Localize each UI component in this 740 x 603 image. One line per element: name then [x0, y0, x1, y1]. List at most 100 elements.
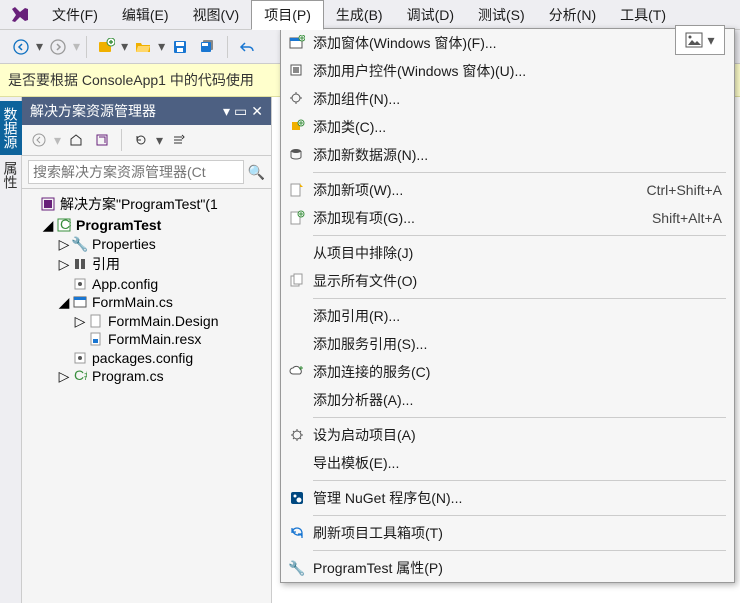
existing-item-icon	[289, 210, 305, 226]
menu-show-all-files[interactable]: 显示所有文件(O)	[281, 267, 734, 295]
sln-home-button[interactable]	[65, 129, 87, 151]
menu-view[interactable]: 视图(V)	[181, 1, 252, 29]
nav-back-button[interactable]	[8, 34, 34, 60]
menu-add-class[interactable]: 添加类(C)...	[281, 113, 734, 141]
tree-formmain[interactable]: ◢FormMain.cs	[58, 293, 269, 311]
menu-label: 添加新项(W)...	[313, 180, 647, 200]
menu-label: 导出模板(E)...	[313, 453, 722, 473]
chevron-down-icon[interactable]: ▾	[121, 38, 128, 55]
sln-sync-button[interactable]	[91, 129, 113, 151]
collapse-icon[interactable]: ◢	[58, 296, 70, 308]
menu-export-template[interactable]: 导出模板(E)...	[281, 449, 734, 477]
menu-label: ProgramTest 属性(P)	[313, 558, 722, 578]
menu-add-usercontrol[interactable]: 添加用户控件(Windows 窗体)(U)...	[281, 57, 734, 85]
sln-collapse-button[interactable]	[167, 129, 189, 151]
menu-build[interactable]: 生成(B)	[324, 1, 395, 29]
dropdown-icon[interactable]: ▾	[223, 103, 230, 120]
menu-add-winform[interactable]: 添加窗体(Windows 窗体)(F)...	[281, 29, 734, 57]
pin-icon[interactable]: ▭	[234, 103, 247, 120]
menu-label: 添加引用(R)...	[313, 306, 722, 326]
tree-program[interactable]: ▷C#Program.cs	[58, 367, 269, 385]
menu-add-service-ref[interactable]: 添加服务引用(S)...	[281, 330, 734, 358]
tree-formmain-designer[interactable]: ▷FormMain.Design	[74, 312, 269, 330]
tree-project[interactable]: ◢ C# ProgramTest	[42, 216, 269, 234]
menu-project[interactable]: 项目(P)	[251, 0, 324, 30]
chevron-down-icon[interactable]: ▾	[36, 38, 43, 55]
chevron-down-icon[interactable]: ▾	[156, 132, 163, 149]
left-side-tabs: 数据源 属性	[0, 97, 22, 603]
csharp-project-icon: C#	[56, 217, 72, 233]
show-all-icon	[289, 273, 305, 289]
menu-add-analyzer[interactable]: 添加分析器(A)...	[281, 386, 734, 414]
menu-add-existing-item[interactable]: 添加现有项(G)...Shift+Alt+A	[281, 204, 734, 232]
menu-debug[interactable]: 调试(D)	[395, 1, 466, 29]
menu-file[interactable]: 文件(F)	[40, 1, 110, 29]
undo-button[interactable]	[234, 34, 260, 60]
menu-set-startup[interactable]: 设为启动项目(A)	[281, 421, 734, 449]
tree-label: packages.config	[92, 350, 193, 366]
save-button[interactable]	[167, 34, 193, 60]
expand-icon[interactable]: ▷	[58, 370, 70, 382]
sln-refresh-button[interactable]	[130, 129, 152, 151]
menu-tools[interactable]: 工具(T)	[608, 1, 678, 29]
form-icon	[289, 35, 305, 51]
expand-icon[interactable]: ▷	[58, 238, 70, 250]
new-project-button[interactable]	[93, 34, 119, 60]
cloud-plus-icon	[289, 364, 305, 380]
menu-label: 添加服务引用(S)...	[313, 334, 722, 354]
collapse-icon[interactable]: ◢	[42, 219, 54, 231]
wrench-icon: 🔧	[288, 560, 305, 577]
close-icon[interactable]: ✕	[251, 103, 263, 120]
tree-properties[interactable]: ▷🔧Properties	[58, 235, 269, 253]
user-control-icon	[289, 63, 305, 79]
menu-label: 添加类(C)...	[313, 117, 722, 137]
search-icon[interactable]: 🔍	[248, 164, 265, 181]
nav-forward-button[interactable]	[45, 34, 71, 60]
solution-explorer-title-bar: 解决方案资源管理器 ▾ ▭ ✕	[22, 97, 271, 125]
chevron-down-icon[interactable]: ▾	[73, 38, 80, 55]
solution-search-input[interactable]	[28, 160, 244, 184]
image-icon	[685, 32, 703, 48]
menu-refresh-toolbox[interactable]: 刷新项目工具箱项(T)	[281, 519, 734, 547]
tree-appconfig[interactable]: App.config	[58, 275, 269, 293]
side-tab-data-source[interactable]: 数据源	[0, 101, 23, 155]
menu-add-new-item[interactable]: 添加新项(W)...Ctrl+Shift+A	[281, 176, 734, 204]
menu-manage-nuget[interactable]: 管理 NuGet 程序包(N)...	[281, 484, 734, 512]
menu-add-connected-service[interactable]: 添加连接的服务(C)	[281, 358, 734, 386]
side-tab-properties[interactable]: 属性	[0, 155, 23, 195]
menu-label: 添加组件(N)...	[313, 89, 722, 109]
expand-icon[interactable]: ▷	[74, 315, 86, 327]
solution-icon	[40, 196, 56, 212]
sln-back-button[interactable]	[28, 129, 50, 151]
solution-explorer-title: 解决方案资源管理器	[30, 101, 156, 121]
floating-image-selector[interactable]: ▾	[675, 25, 725, 55]
chevron-down-icon[interactable]: ▾	[707, 32, 714, 49]
menu-analyze[interactable]: 分析(N)	[537, 1, 608, 29]
menu-add-reference[interactable]: 添加引用(R)...	[281, 302, 734, 330]
menubar: 文件(F) 编辑(E) 视图(V) 项目(P) 生成(B) 调试(D) 测试(S…	[0, 0, 740, 30]
vs-logo-icon	[10, 5, 30, 25]
tree-solution[interactable]: 解决方案"ProgramTest"(1	[26, 193, 269, 215]
cs-file-icon	[88, 313, 104, 329]
tree-packages[interactable]: packages.config	[58, 349, 269, 367]
csharp-file-icon: C#	[72, 368, 88, 384]
solution-explorer: 解决方案资源管理器 ▾ ▭ ✕ ▾ ▾ 🔍	[22, 97, 272, 603]
tree-label: FormMain.resx	[108, 331, 201, 347]
menu-label: 添加连接的服务(C)	[313, 362, 722, 382]
menu-add-component[interactable]: 添加组件(N)...	[281, 85, 734, 113]
chevron-down-icon[interactable]: ▾	[54, 132, 61, 149]
tree-references[interactable]: ▷引用	[58, 253, 269, 275]
menu-project-properties[interactable]: 🔧 ProgramTest 属性(P)	[281, 554, 734, 582]
menu-edit[interactable]: 编辑(E)	[110, 1, 181, 29]
save-all-button[interactable]	[195, 34, 221, 60]
solution-search: 🔍	[22, 156, 271, 189]
config-icon	[72, 350, 88, 366]
menu-test[interactable]: 测试(S)	[466, 1, 537, 29]
chevron-down-icon[interactable]: ▾	[158, 38, 165, 55]
menu-exclude[interactable]: 从项目中排除(J)	[281, 239, 734, 267]
expand-icon[interactable]: ▷	[58, 258, 70, 270]
menu-add-data-source[interactable]: 添加新数据源(N)...	[281, 141, 734, 169]
wrench-icon: 🔧	[72, 236, 88, 252]
tree-formmain-resx[interactable]: FormMain.resx	[74, 330, 269, 348]
open-button[interactable]	[130, 34, 156, 60]
